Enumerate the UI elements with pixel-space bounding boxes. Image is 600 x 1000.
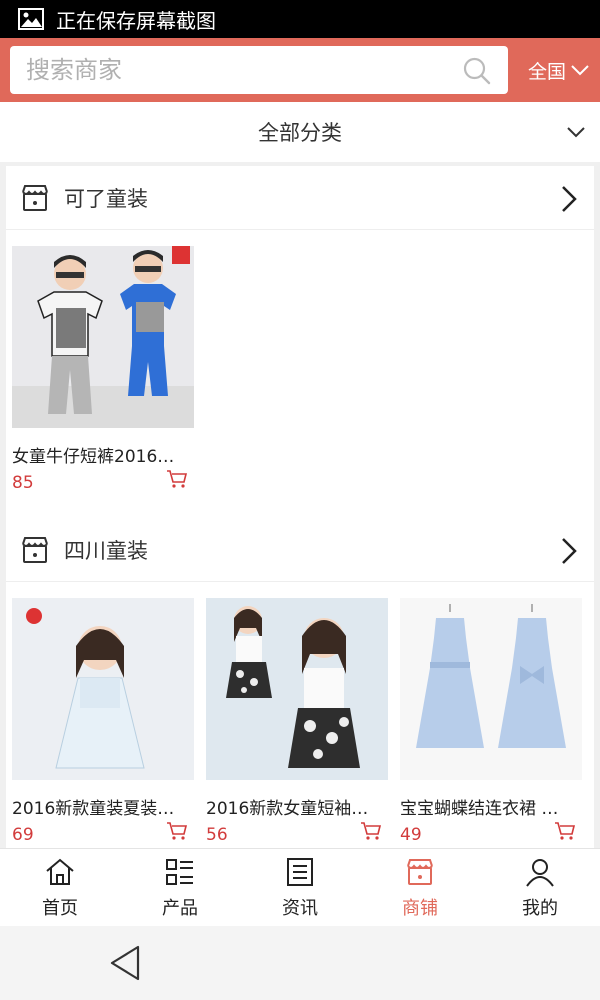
status-text: 正在保存屏幕截图	[56, 8, 216, 33]
nav-shops[interactable]: 商铺	[360, 849, 480, 926]
cart-icon[interactable]	[554, 821, 576, 841]
nav-label: 商铺	[402, 897, 438, 919]
nav-products[interactable]: 产品	[120, 849, 240, 926]
product-image[interactable]	[400, 598, 582, 780]
cart-icon[interactable]	[166, 469, 188, 489]
product-item[interactable]: 2016新款童装夏装… 69	[12, 598, 194, 845]
search-header: 全国	[0, 38, 600, 102]
chevron-down-icon	[571, 65, 589, 76]
store-icon	[22, 536, 48, 563]
product-item[interactable]: 宝宝蝴蝶结连衣裙 … 49	[400, 598, 582, 845]
product-title: 2016新款女童短袖…	[206, 799, 369, 819]
shop-name: 可了童装	[64, 186, 148, 211]
product-image[interactable]	[12, 598, 194, 780]
chevron-right-icon[interactable]	[558, 536, 580, 566]
user-icon	[526, 858, 554, 887]
chevron-down-icon	[567, 127, 585, 138]
product-item[interactable]: 女童牛仔短裤2016… 85	[12, 246, 194, 493]
product-list: 2016新款童装夏装… 69 2016新款女童短袖… 56 宝宝蝴蝶结连衣裙 ……	[6, 582, 594, 848]
product-title: 宝宝蝴蝶结连衣裙 …	[400, 799, 559, 819]
search-icon[interactable]	[462, 56, 492, 86]
shop-header[interactable]: 可了童装	[6, 166, 594, 230]
product-item[interactable]: 2016新款女童短袖… 56	[206, 598, 388, 845]
news-icon	[287, 857, 313, 886]
nav-news[interactable]: 资讯	[240, 849, 360, 926]
product-title: 女童牛仔短裤2016…	[12, 447, 175, 467]
image-icon	[18, 8, 44, 30]
list-icon	[166, 858, 193, 885]
shop-name: 四川童装	[64, 538, 148, 563]
category-label: 全部分类	[258, 121, 342, 145]
bottom-nav: 首页 产品 资讯 商铺 我的	[0, 848, 600, 926]
region-selector[interactable]: 全国	[518, 38, 600, 102]
product-title: 2016新款童装夏装…	[12, 799, 175, 819]
nav-label: 产品	[162, 897, 198, 919]
search-input[interactable]	[26, 56, 446, 84]
cart-icon[interactable]	[166, 821, 188, 841]
system-nav-bar	[0, 926, 600, 1000]
shop-card: 四川童装 2016新款童装夏装… 69 2016新款女童短袖… 56 宝宝蝴蝶结…	[6, 518, 594, 848]
status-bar: 正在保存屏幕截图	[0, 0, 600, 38]
product-image[interactable]	[206, 598, 388, 780]
nav-mine[interactable]: 我的	[480, 849, 600, 926]
shop-header[interactable]: 四川童装	[6, 518, 594, 582]
shop-card: 可了童装 女童牛仔短裤2016… 85	[6, 166, 594, 568]
store-icon	[22, 184, 48, 211]
nav-label: 我的	[522, 897, 558, 919]
nav-label: 首页	[42, 897, 78, 919]
home-icon	[46, 858, 74, 885]
chevron-right-icon[interactable]	[558, 184, 580, 214]
back-icon[interactable]	[106, 943, 146, 983]
cart-icon[interactable]	[360, 821, 382, 841]
store-icon	[407, 858, 433, 885]
search-box[interactable]	[10, 46, 508, 94]
product-image[interactable]	[12, 246, 194, 428]
category-filter[interactable]: 全部分类	[0, 102, 600, 162]
region-label: 全国	[527, 60, 566, 83]
nav-label: 资讯	[282, 897, 318, 919]
nav-home[interactable]: 首页	[0, 849, 120, 926]
